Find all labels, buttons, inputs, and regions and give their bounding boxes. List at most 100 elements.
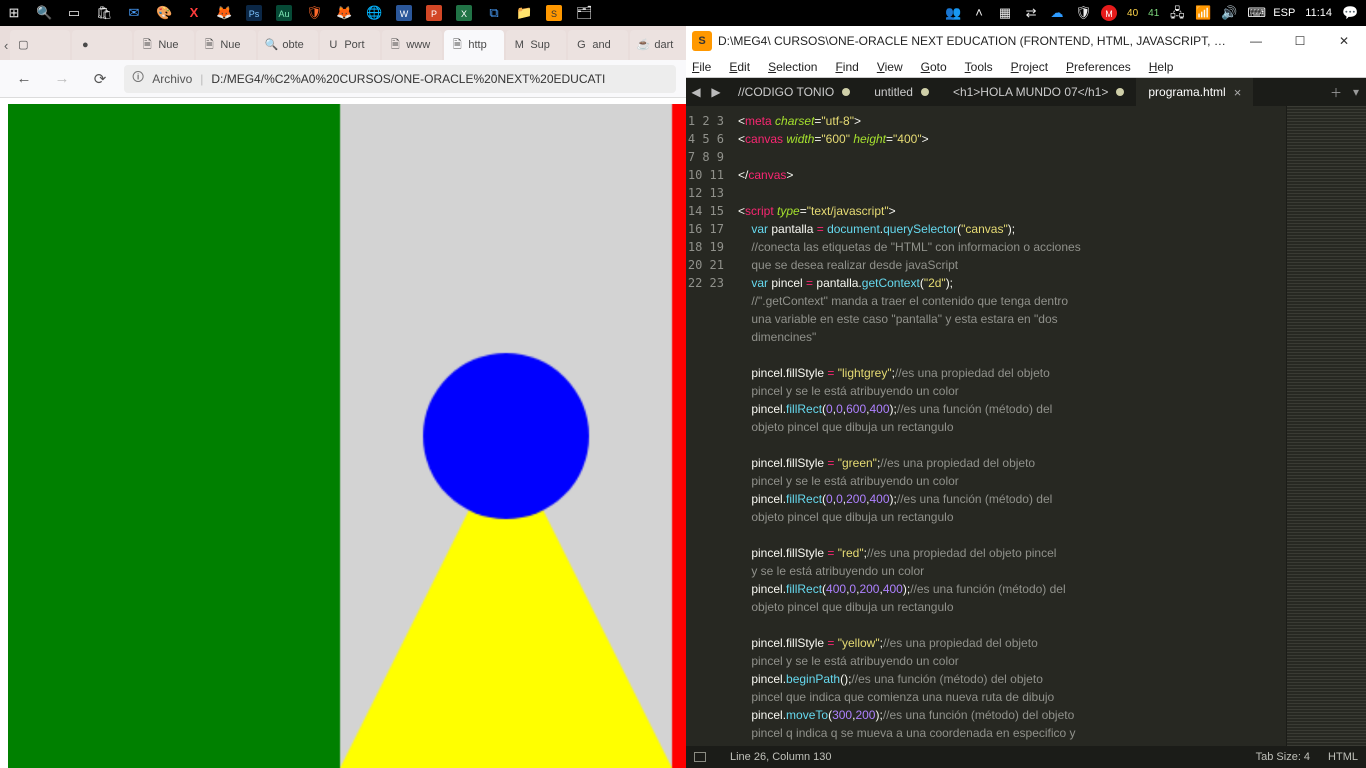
browser-tab[interactable]: 🗎 Nue bbox=[196, 30, 256, 60]
status-tabsize[interactable]: Tab Size: 4 bbox=[1256, 751, 1310, 763]
mega-icon[interactable]: M bbox=[1101, 5, 1117, 21]
app-icon[interactable]: 📁 bbox=[516, 5, 532, 21]
tab-label: obte bbox=[282, 39, 303, 51]
browser-tab[interactable]: 🗎www bbox=[382, 30, 442, 60]
editor-tab[interactable]: <h1>HOLA MUNDO 07</h1> bbox=[941, 78, 1136, 106]
vscode-icon[interactable]: ⧉ bbox=[486, 5, 502, 21]
browser-tab[interactable]: 🗎Nue bbox=[134, 30, 194, 60]
xnview-icon[interactable]: X bbox=[186, 5, 202, 21]
tab-scroll-left-button[interactable]: ‹ bbox=[4, 30, 8, 60]
forward-button[interactable]: → bbox=[48, 65, 76, 93]
favicon-icon: 🗎 bbox=[202, 38, 216, 52]
dirty-indicator-icon bbox=[921, 88, 929, 96]
powerpoint-icon[interactable]: P bbox=[426, 5, 442, 21]
excel-icon[interactable]: X bbox=[456, 5, 472, 21]
onedrive-icon[interactable]: ☁ bbox=[1049, 5, 1065, 21]
language-indicator[interactable]: ESP bbox=[1273, 7, 1295, 19]
input-icon[interactable]: ⌨ bbox=[1247, 5, 1263, 21]
paint-icon[interactable]: 🎨 bbox=[156, 5, 172, 21]
menu-file[interactable]: File bbox=[692, 60, 711, 74]
new-tab-button[interactable]: ＋ bbox=[1326, 78, 1346, 106]
wifi-icon[interactable]: 📶 bbox=[1195, 5, 1211, 21]
notifications-icon[interactable]: 💬 bbox=[1342, 5, 1358, 21]
tray-chevron-icon[interactable]: ˄ bbox=[971, 5, 987, 21]
menu-tools[interactable]: Tools bbox=[965, 60, 993, 74]
minimap[interactable] bbox=[1286, 106, 1366, 746]
browser-tab[interactable]: 🗎http bbox=[444, 30, 504, 60]
browser-tab[interactable]: Gand bbox=[568, 30, 628, 60]
favicon-icon: G bbox=[574, 38, 588, 52]
favicon-icon: 🗎 bbox=[450, 38, 464, 52]
editor-tab-label: untitled bbox=[874, 85, 913, 99]
defender-icon[interactable]: 🛡 bbox=[1075, 5, 1091, 21]
browser-tab[interactable]: ▢ bbox=[10, 30, 70, 60]
outlook-icon[interactable]: ✉ bbox=[126, 5, 142, 21]
sublime-statusbar: Line 26, Column 130 Tab Size: 4 HTML bbox=[686, 746, 1366, 768]
menu-edit[interactable]: Edit bbox=[729, 60, 750, 74]
editor-tab[interactable]: untitled bbox=[862, 78, 941, 106]
favicon-icon: ▢ bbox=[16, 38, 30, 52]
explorer-icon[interactable]: 🗂 bbox=[576, 5, 592, 21]
browser-viewport bbox=[0, 98, 686, 768]
code-view[interactable]: <meta charset="utf-8"> <canvas width="60… bbox=[730, 106, 1286, 746]
browser-tab[interactable]: MSup bbox=[506, 30, 566, 60]
browser-tab[interactable]: UPort bbox=[320, 30, 380, 60]
back-button[interactable]: ← bbox=[10, 65, 38, 93]
menu-view[interactable]: View bbox=[877, 60, 903, 74]
address-path: D:/MEG4/%C2%A0%20CURSOS/ONE-ORACLE%20NEX… bbox=[211, 72, 605, 86]
task-view-icon[interactable]: ▭ bbox=[66, 5, 82, 21]
menu-preferences[interactable]: Preferences bbox=[1066, 60, 1131, 74]
word-icon[interactable]: W bbox=[396, 5, 412, 21]
line-gutter: 1 2 3 4 5 6 7 8 9 10 11 12 13 14 15 16 1… bbox=[686, 106, 730, 746]
firefox-icon[interactable]: 🦊 bbox=[336, 5, 352, 21]
search-icon[interactable]: 🔍 bbox=[36, 5, 52, 21]
close-button[interactable]: ✕ bbox=[1322, 26, 1366, 56]
menu-goto[interactable]: Goto bbox=[921, 60, 947, 74]
sublime-titlebar[interactable]: S D:\MEG4\ CURSOS\ONE-ORACLE NEXT EDUCAT… bbox=[686, 26, 1366, 56]
minimize-button[interactable]: — bbox=[1234, 26, 1278, 56]
tab-label: dart bbox=[654, 39, 673, 51]
start-icon[interactable]: ⊞ bbox=[6, 5, 22, 21]
browser-tabstrip: ‹ ▢●🗎Nue🗎Nue🔍obteUPort🗎www🗎httpMSupGand☕… bbox=[0, 26, 686, 60]
maximize-button[interactable]: ☐ bbox=[1278, 26, 1322, 56]
status-position: Line 26, Column 130 bbox=[730, 751, 832, 763]
tray-count-yellow: 40 bbox=[1127, 8, 1138, 19]
tab-menu-button[interactable]: ▾ bbox=[1346, 78, 1366, 106]
photoshop-icon[interactable]: Ps bbox=[246, 5, 262, 21]
browser-tab[interactable]: ☕dart bbox=[630, 30, 690, 60]
editor-tab[interactable]: programa.html× bbox=[1136, 78, 1253, 106]
console-toggle-icon[interactable] bbox=[694, 752, 706, 762]
sync-icon[interactable]: ⇄ bbox=[1023, 5, 1039, 21]
tab-label: Nue bbox=[220, 39, 240, 51]
store-icon[interactable]: 🛍 bbox=[96, 5, 112, 21]
volume-icon[interactable]: 🔊 bbox=[1221, 5, 1237, 21]
tab-history-forward-icon[interactable]: ▶ bbox=[706, 78, 726, 106]
reload-button[interactable]: ⟳ bbox=[86, 65, 114, 93]
edge-icon[interactable]: 🌐 bbox=[366, 5, 382, 21]
windows-taskbar: ⊞ 🔍 ▭ 🛍 ✉ 🎨 X 🦊 Ps Au 🛡 🦊 🌐 W P X ⧉ 📁 S … bbox=[0, 0, 1366, 26]
menu-find[interactable]: Find bbox=[835, 60, 858, 74]
brave-icon[interactable]: 🛡 bbox=[306, 5, 322, 21]
menu-help[interactable]: Help bbox=[1149, 60, 1174, 74]
editor-tab-label: //CODIGO TONIO bbox=[738, 85, 834, 99]
browser-tab[interactable]: 🔍obte bbox=[258, 30, 318, 60]
menu-selection[interactable]: Selection bbox=[768, 60, 817, 74]
people-icon[interactable]: 👥 bbox=[945, 5, 961, 21]
sublime-taskbar-icon[interactable]: S bbox=[546, 5, 562, 21]
tray-icon[interactable]: ▦ bbox=[997, 5, 1013, 21]
status-syntax[interactable]: HTML bbox=[1328, 751, 1358, 763]
tab-close-icon[interactable]: × bbox=[1234, 85, 1242, 100]
browser-tab[interactable]: ● bbox=[72, 30, 132, 60]
editor-area[interactable]: 1 2 3 4 5 6 7 8 9 10 11 12 13 14 15 16 1… bbox=[686, 106, 1366, 746]
address-bar[interactable]: 🛈 Archivo | D:/MEG4/%C2%A0%20CURSOS/ONE-… bbox=[124, 65, 676, 93]
page-info-icon[interactable]: 🛈 bbox=[132, 68, 144, 89]
menu-project[interactable]: Project bbox=[1011, 60, 1048, 74]
audition-icon[interactable]: Au bbox=[276, 5, 292, 21]
tab-history-back-icon[interactable]: ◀ bbox=[686, 78, 706, 106]
editor-tab[interactable]: //CODIGO TONIO bbox=[726, 78, 862, 106]
sublime-menubar: File Edit Selection Find View Goto Tools Projec… bbox=[686, 56, 1366, 78]
network-icon[interactable]: 🖧 bbox=[1169, 5, 1185, 21]
vlc-icon[interactable]: 🦊 bbox=[216, 5, 232, 21]
tab-label: Nue bbox=[158, 39, 178, 51]
clock[interactable]: 11:14 bbox=[1305, 7, 1332, 19]
